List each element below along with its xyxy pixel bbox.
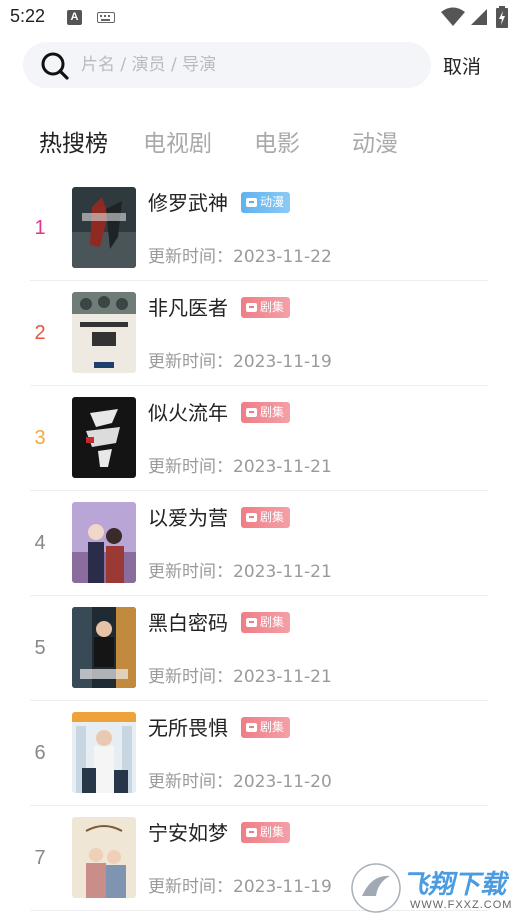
wifi-icon [441, 7, 465, 26]
category-badge: 剧集 [241, 402, 291, 423]
status-bar: 5:22 A [0, 0, 518, 36]
status-time: 5:22 [10, 6, 46, 26]
poster-image [72, 712, 136, 793]
list-item[interactable]: 5 黑白密码 剧集 更新时间：2023-11-21 [0, 595, 518, 700]
tv-icon [246, 408, 257, 417]
category-badge: 剧集 [241, 612, 291, 633]
list-item[interactable]: 6 无所畏惧 剧集 更新时间：2023-11-20 [0, 700, 518, 805]
cancel-button[interactable]: 取消 [443, 52, 481, 79]
tv-icon [246, 618, 257, 627]
show-title: 似火流年 [148, 401, 228, 425]
poster-image [72, 502, 136, 583]
category-badge: 剧集 [241, 507, 291, 528]
watermark-logo: 飞翔下载 WWW.FXXZ.COM [350, 862, 513, 916]
list-item[interactable]: 1 修罗武神 动漫 更新时间：2023-11-22 [0, 175, 518, 280]
show-title: 非凡医者 [148, 296, 228, 320]
watermark-url: WWW.FXXZ.COM [410, 899, 513, 911]
category-badge: 剧集 [241, 717, 291, 738]
rank-number: 5 [34, 637, 46, 659]
font-notification-icon: A [67, 10, 82, 25]
category-badge: 动漫 [241, 192, 291, 213]
tv-icon [246, 723, 257, 732]
update-time: 更新时间：2023-11-21 [148, 562, 332, 582]
rank-number: 4 [34, 532, 46, 554]
update-time: 更新时间：2023-11-19 [148, 877, 332, 897]
battery-charging-icon [496, 6, 508, 28]
rank-number: 1 [34, 217, 46, 239]
poster-image [72, 292, 136, 373]
category-tabs: 热搜榜 电视剧 电影 动漫 [0, 124, 518, 164]
rank-number: 2 [34, 322, 46, 344]
update-time: 更新时间：2023-11-21 [148, 667, 332, 687]
keyboard-icon [97, 12, 115, 23]
category-badge: 剧集 [241, 822, 291, 843]
tab-movies[interactable]: 电影 [254, 124, 300, 158]
show-title: 无所畏惧 [148, 716, 228, 740]
list-item[interactable]: 4 以爱为营 剧集 更新时间：2023-11-21 [0, 490, 518, 595]
update-time: 更新时间：2023-11-22 [148, 247, 332, 267]
update-time: 更新时间：2023-11-21 [148, 457, 332, 477]
poster-image [72, 607, 136, 688]
rank-number: 6 [34, 742, 46, 764]
search-icon [41, 52, 69, 80]
poster-image [72, 397, 136, 478]
tv-icon [246, 303, 257, 312]
search-box[interactable] [23, 42, 431, 88]
update-time: 更新时间：2023-11-19 [148, 352, 332, 372]
signal-icon [471, 9, 487, 25]
show-title: 宁安如梦 [148, 821, 228, 845]
category-badge: 剧集 [241, 297, 291, 318]
list-item[interactable]: 2 非凡医者 剧集 更新时间：2023-11-19 [0, 280, 518, 385]
show-title: 黑白密码 [148, 611, 228, 635]
update-time: 更新时间：2023-11-20 [148, 772, 332, 792]
tv-icon [246, 513, 257, 522]
rank-number: 3 [34, 427, 46, 449]
tab-anime[interactable]: 动漫 [352, 124, 398, 158]
tv-icon [246, 198, 257, 207]
show-title: 以爱为营 [148, 506, 228, 530]
poster-image [72, 817, 136, 898]
tab-tv-series[interactable]: 电视剧 [143, 124, 212, 158]
search-input[interactable] [81, 42, 411, 88]
poster-image [72, 187, 136, 268]
rank-number: 7 [34, 847, 46, 869]
watermark-name: 飞翔下载 [402, 870, 507, 900]
show-title: 修罗武神 [148, 191, 228, 215]
list-item[interactable]: 3 似火流年 剧集 更新时间：2023-11-21 [0, 385, 518, 490]
tab-hot-search[interactable]: 热搜榜 [39, 124, 108, 158]
tv-icon [246, 828, 257, 837]
